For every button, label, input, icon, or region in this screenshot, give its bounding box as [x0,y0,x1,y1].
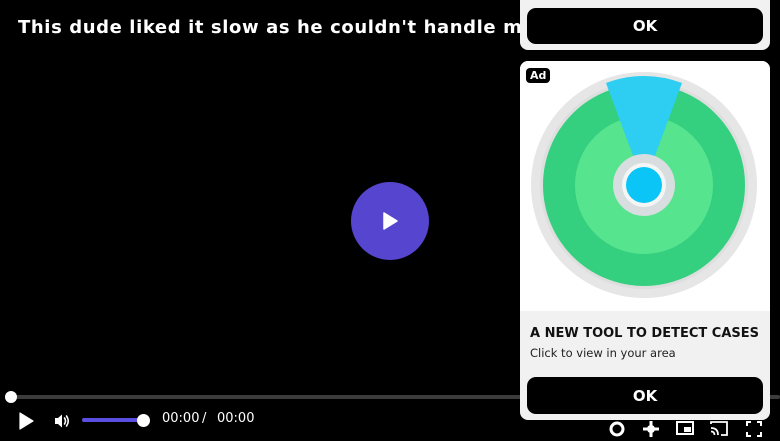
duration: 00:00 [217,411,255,426]
settings-icon [609,421,625,437]
big-play-button[interactable] [351,182,429,260]
cast-icon [710,421,728,436]
play-icon [383,212,398,230]
volume-slider[interactable] [82,418,144,422]
ad-headline[interactable]: A NEW TOOL TO DETECT CASES [530,326,759,341]
gear-icon [643,421,659,437]
volume-handle[interactable] [137,414,150,427]
miniplayer-icon [676,421,694,435]
progress-handle[interactable] [5,391,17,403]
fullscreen-icon [746,421,762,437]
ad-top-ok-button[interactable]: OK [527,8,763,44]
ad-image[interactable]: Ad [520,61,770,311]
cast-button[interactable] [708,418,730,440]
ad-badge: Ad [526,68,551,83]
ad-top-card[interactable]: OK [520,0,770,50]
video-player[interactable]: This dude liked it slow as he couldn't h… [0,0,780,441]
current-time: 00:00 [162,411,200,426]
play-button[interactable] [14,409,38,433]
time-separator: / [202,411,207,426]
ad-ok-button[interactable]: OK [527,377,763,414]
fullscreen-button[interactable] [743,418,765,440]
miniplayer-button[interactable] [674,418,696,440]
play-icon [19,412,34,430]
volume-button[interactable] [51,410,73,432]
gear-button[interactable] [640,418,662,440]
ad-subtext[interactable]: Click to view in your area [530,346,676,360]
ad-card[interactable]: Ad A NEW TOOL TO DETECT CASES Click to v… [520,61,770,420]
radar-image [531,72,757,298]
settings-button[interactable] [606,418,628,440]
volume-icon [55,414,70,428]
video-title: This dude liked it slow as he couldn't h… [18,17,576,38]
